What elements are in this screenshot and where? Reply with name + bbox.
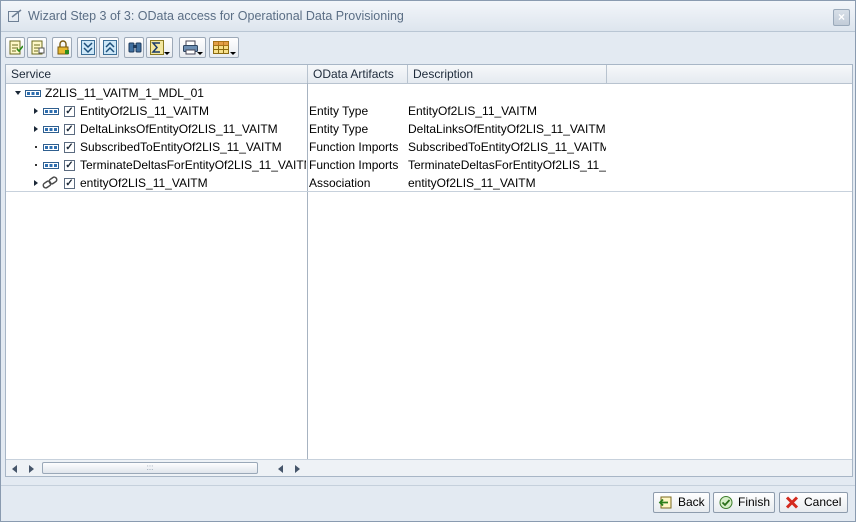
service-tree[interactable]: Service OData Artifacts Description Z2LI…: [5, 64, 853, 477]
column-header-description[interactable]: Description: [408, 65, 607, 83]
service-label: DeltaLinksOfEntityOf2LIS_11_VAITM: [80, 122, 278, 136]
layout-dropdown-icon: [230, 52, 236, 55]
expand-toggle-icon[interactable]: [34, 107, 38, 114]
service-label: TerminateDeltasForEntityOf2LIS_11_VAITM: [80, 158, 306, 172]
service-label: SubscribedToEntityOf2LIS_11_VAITM: [80, 140, 282, 154]
entity-icon: [43, 108, 59, 115]
layout-button[interactable]: [209, 37, 239, 58]
artifact-type: Function Imports: [309, 158, 399, 172]
entity-icon: [43, 144, 59, 151]
service-label: EntityOf2LIS_11_VAITM: [80, 104, 209, 118]
row-checkbox[interactable]: ✓: [64, 178, 75, 189]
lock-node-button[interactable]: [52, 37, 72, 58]
expand-toggle-icon[interactable]: [34, 125, 38, 132]
lock-node-icon: [57, 40, 69, 55]
find-button[interactable]: [124, 37, 144, 58]
scroll-right-icon[interactable]: [295, 465, 300, 473]
sum-button[interactable]: [146, 37, 173, 58]
window-title: Wizard Step 3 of 3: OData access for Ope…: [28, 9, 404, 23]
tree-row[interactable]: ✓ DeltaLinksOfEntityOf2LIS_11_VAITM Enti…: [6, 120, 852, 138]
tree-row[interactable]: ✓ TerminateDeltasForEntityOf2LIS_11_VAIT…: [6, 156, 852, 174]
column-header-service[interactable]: Service: [6, 65, 308, 83]
finish-label: Finish: [738, 495, 771, 509]
service-model-icon: [25, 90, 41, 97]
collapse-all-icon: [103, 40, 117, 55]
entity-icon: [43, 126, 59, 133]
sum-icon: [150, 40, 164, 55]
print-icon: [183, 40, 198, 55]
cancel-icon: [785, 496, 799, 509]
artifact-type: Entity Type: [309, 104, 369, 118]
sum-dropdown-icon: [164, 52, 170, 55]
description-text: EntityOf2LIS_11_VAITM: [408, 104, 537, 118]
collapse-toggle-icon[interactable]: [15, 91, 21, 95]
deselect-all-icon: [31, 40, 45, 55]
finish-button[interactable]: Finish: [713, 492, 775, 513]
leaf-node-icon: [35, 164, 37, 166]
tree-header: Service OData Artifacts Description: [6, 65, 852, 84]
finish-icon: [719, 496, 733, 509]
cancel-button[interactable]: Cancel: [779, 492, 848, 513]
back-label: Back: [678, 495, 705, 509]
footer-separator: [1, 485, 855, 486]
print-button[interactable]: [179, 37, 206, 58]
tree-root-label: Z2LIS_11_VAITM_1_MDL_01: [45, 86, 204, 100]
scroll-left-icon[interactable]: [278, 465, 283, 473]
back-button[interactable]: Back: [653, 492, 710, 513]
select-all-button[interactable]: [5, 37, 25, 58]
select-all-icon: [9, 40, 23, 55]
scroll-right-icon[interactable]: [29, 465, 34, 473]
artifact-type: Function Imports: [309, 140, 399, 154]
expand-all-icon: [81, 40, 95, 55]
description-text: DeltaLinksOfEntityOf2LIS_11_VAITM: [408, 122, 606, 136]
row-checkbox[interactable]: ✓: [64, 142, 75, 153]
close-button[interactable]: ×: [833, 9, 850, 26]
deselect-all-button[interactable]: [27, 37, 47, 58]
link-icon: [42, 176, 58, 189]
tree-row[interactable]: ✓ SubscribedToEntityOf2LIS_11_VAITM Func…: [6, 138, 852, 156]
row-checkbox[interactable]: ✓: [64, 124, 75, 135]
entity-icon: [43, 162, 59, 169]
description-text: SubscribedToEntityOf2LIS_11_VAITM: [408, 140, 606, 154]
description-text: entityOf2LIS_11_VAITM: [408, 176, 536, 190]
leaf-node-icon: [35, 146, 37, 148]
row-checkbox[interactable]: ✓: [64, 106, 75, 117]
horizontal-scrollbar[interactable]: :::: [6, 459, 852, 476]
collapse-all-button[interactable]: [99, 37, 119, 58]
wizard-icon: [8, 9, 22, 22]
title-bar: Wizard Step 3 of 3: OData access for Ope…: [1, 1, 855, 32]
expand-all-button[interactable]: [77, 37, 97, 58]
wizard-window: Wizard Step 3 of 3: OData access for Ope…: [0, 0, 856, 522]
column-header-odata-artifacts[interactable]: OData Artifacts: [308, 65, 408, 83]
tree-bottom-separator: [6, 191, 852, 192]
back-icon: [658, 496, 672, 509]
cancel-label: Cancel: [804, 495, 842, 509]
artifact-type: Entity Type: [309, 122, 369, 136]
find-icon: [128, 42, 142, 53]
toolbar: [5, 37, 605, 61]
description-text: TerminateDeltasForEntityOf2LIS_11_VAITM: [408, 158, 606, 172]
print-dropdown-icon: [197, 52, 203, 55]
tree-row[interactable]: ✓ EntityOf2LIS_11_VAITM Entity Type Enti…: [6, 102, 852, 120]
scroll-left-icon[interactable]: [12, 465, 17, 473]
tree-root-row[interactable]: Z2LIS_11_VAITM_1_MDL_01: [6, 84, 852, 102]
expand-toggle-icon[interactable]: [34, 179, 38, 186]
service-label: entityOf2LIS_11_VAITM: [80, 176, 208, 190]
tree-row[interactable]: ✓ entityOf2LIS_11_VAITM Association enti…: [6, 174, 852, 192]
row-checkbox[interactable]: ✓: [64, 160, 75, 171]
scrollbar-thumb[interactable]: :::: [42, 462, 258, 474]
artifact-type: Association: [309, 176, 371, 190]
layout-grid-icon: [213, 41, 229, 54]
